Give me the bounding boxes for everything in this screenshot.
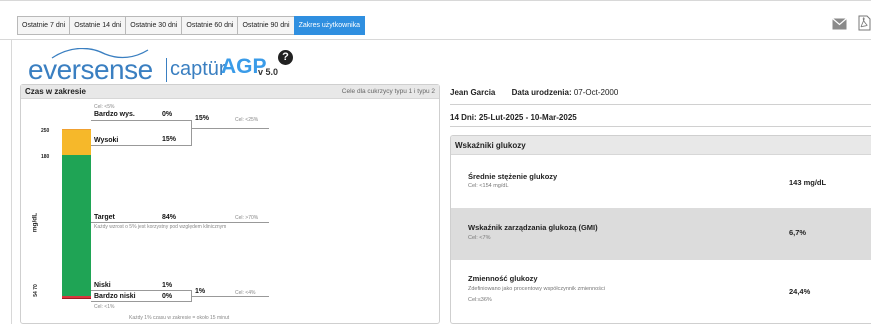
metric-row-gmi: Wskaźnik zarządzania glukozą (GMI) Cel: …: [451, 208, 871, 260]
y-axis-label: mg/dL: [31, 212, 39, 233]
very-low-goal: Cel: <1%: [94, 304, 115, 310]
period-toolbar: Ostatnie 7 dni Ostatnie 14 dni Ostatnie …: [0, 0, 871, 40]
metric-value: 6,7%: [789, 228, 807, 237]
mail-icon[interactable]: [832, 18, 847, 30]
bar-very-low-segment: [62, 298, 91, 299]
time-in-range-panel: Czas w zakresie Cele dla cukrzycy typu 1…: [20, 84, 440, 324]
metric-description: Zdefiniowano jako procentowy współczynni…: [468, 286, 605, 292]
very-high-label: Bardzo wys.: [94, 111, 135, 118]
high-underline: [91, 145, 191, 146]
date-range: 14 Dni: 25-Lut-2025 - 10-Mar-2025: [450, 113, 577, 122]
logo-brand: eversense: [28, 54, 153, 85]
target-goal: Cel: >70%: [235, 215, 259, 221]
dob-label: Data urodzenia:: [511, 88, 572, 97]
low-combined-goal: Cel: <4%: [235, 290, 256, 296]
tick-250: 250: [41, 128, 50, 134]
very-high-pct: 0%: [162, 111, 173, 118]
logo-product-prefix: captür: [170, 58, 226, 80]
metric-name: Wskaźnik zarządzania glukozą (GMI): [468, 223, 598, 232]
patient-info: Jean Garcia Data urodzenia: 07-Oct-2000: [450, 88, 618, 97]
metric-value: 143 mg/dL: [789, 178, 827, 187]
tab-last-60-days[interactable]: Ostatnie 60 dni: [181, 16, 239, 35]
very-low-label: Bardzo niski: [94, 293, 136, 300]
target-note: Każdy wzrost o 5% jest korzystny pod wzg…: [94, 224, 227, 230]
metric-row-variability: Zmienność glukozy Zdefiniowano jako proc…: [451, 260, 871, 323]
high-combined-goal: Cel: <25%: [235, 117, 259, 123]
target-underline: [91, 222, 269, 223]
low-combined-line: [191, 296, 269, 297]
diabetes-goals-link[interactable]: Cele dla cukrzycy typu 1 i typu 2: [342, 88, 435, 95]
glucose-metrics-header: Wskaźniki glukozy: [451, 136, 871, 155]
low-pct: 1%: [162, 282, 173, 289]
logo-separator: [166, 58, 167, 82]
high-combined-pct: 15%: [195, 115, 210, 122]
high-combined-line: [191, 128, 269, 129]
glucose-metrics-panel: Wskaźniki glukozy Średnie stężenie gluko…: [450, 135, 871, 324]
very-low-underline: [91, 301, 191, 302]
tick-70: 70: [32, 284, 39, 290]
very-high-underline: [91, 120, 191, 121]
tab-custom-range[interactable]: Zakres użytkownika: [293, 16, 366, 35]
target-label: Target: [94, 214, 115, 221]
metric-goal: Cel: <7%: [468, 235, 491, 241]
metric-value: 24,4%: [789, 287, 811, 296]
time-in-range-footnote: Każdy 1% czasu w zakresie = około 15 min…: [129, 315, 230, 321]
patient-separator: [450, 104, 871, 105]
time-in-range-header: Czas w zakresie Cele dla cukrzycy typu 1…: [21, 85, 439, 99]
very-high-goal: Cel: <5%: [94, 104, 115, 110]
very-low-pct: 0%: [162, 293, 173, 300]
help-icon[interactable]: ?: [278, 50, 293, 65]
high-pct: 15%: [162, 136, 177, 143]
metric-row-mean-glucose: Średnie stężenie glukozy Cel: <154 mg/dL…: [451, 156, 871, 208]
tab-last-7-days[interactable]: Ostatnie 7 dni: [17, 16, 71, 35]
time-in-range-title: Czas w zakresie: [25, 87, 86, 96]
high-label: Wysoki: [94, 137, 119, 144]
pdf-icon[interactable]: [858, 15, 871, 31]
bar-high-segment: [62, 129, 91, 156]
dob-value: 07-Oct-2000: [573, 88, 619, 97]
glucose-metrics-title: Wskaźniki glukozy: [455, 141, 526, 150]
tick-180: 180: [41, 154, 50, 160]
high-bracket: [191, 120, 192, 146]
page-border: [11, 40, 12, 324]
tab-last-90-days[interactable]: Ostatnie 90 dni: [237, 16, 295, 35]
metric-goal: Cel:≤36%: [468, 297, 492, 303]
bar-target-segment: [62, 155, 91, 297]
target-pct: 84%: [162, 214, 177, 221]
low-combined-pct: 1%: [195, 288, 206, 295]
tab-last-14-days[interactable]: Ostatnie 14 dni: [69, 16, 127, 35]
low-underline: [91, 290, 191, 291]
metric-name: Średnie stężenie glukozy: [468, 172, 558, 181]
range-separator: [450, 126, 871, 127]
logo-version: v 5.0: [258, 67, 279, 77]
tab-last-30-days[interactable]: Ostatnie 30 dni: [125, 16, 183, 35]
period-tabs: Ostatnie 7 dni Ostatnie 14 dni Ostatnie …: [17, 16, 366, 35]
metric-name: Zmienność glukozy: [468, 274, 538, 283]
patient-name: Jean Garcia: [450, 88, 496, 97]
metric-goal: Cel: <154 mg/dL: [468, 183, 509, 189]
tick-54: 54: [32, 291, 39, 297]
low-label: Niski: [94, 282, 111, 289]
